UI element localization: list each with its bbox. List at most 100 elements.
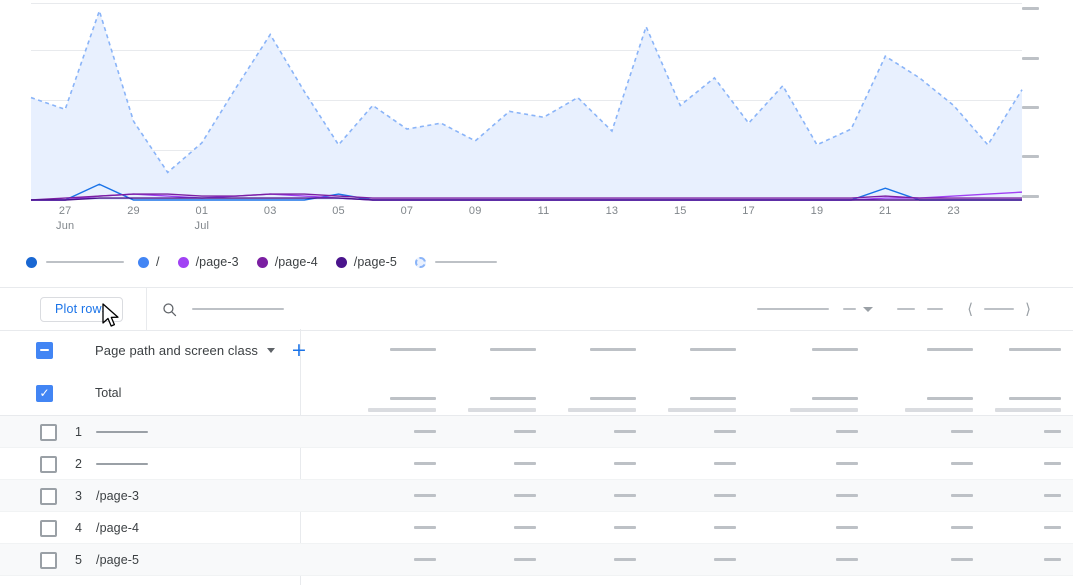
- row-checkbox[interactable]: [40, 519, 57, 537]
- total-metric-cell: [648, 371, 748, 415]
- row-checkbox[interactable]: [40, 551, 57, 569]
- metric-header-cell[interactable]: [870, 329, 985, 371]
- row-value-redacted: [714, 558, 736, 561]
- chart-area-fill: [31, 10, 1022, 200]
- row-checkbox[interactable]: [40, 423, 57, 441]
- total-value-redacted: [1009, 397, 1061, 400]
- row-label[interactable]: /page-3: [96, 489, 139, 503]
- x-tick-label: 05: [332, 205, 345, 217]
- row-checkbox-wrapper[interactable]: [40, 519, 57, 537]
- select-all-checkbox[interactable]: [36, 341, 53, 359]
- legend-label: /: [156, 255, 160, 269]
- row-value-redacted: [714, 430, 736, 433]
- x-tick-label: 09: [468, 205, 482, 217]
- chevron-left-icon[interactable]: ⟨: [967, 301, 973, 317]
- x-tick-label: 11: [537, 205, 550, 217]
- table-row[interactable]: 3/page-3: [0, 480, 1073, 512]
- table-row[interactable]: 5/page-5: [0, 544, 1073, 576]
- chevron-down-icon[interactable]: [267, 347, 276, 353]
- row-value-redacted: [414, 558, 436, 561]
- x-tick-label: 01 Jul: [194, 205, 210, 232]
- row-label[interactable]: /page-4: [96, 521, 139, 535]
- metric-header-cell[interactable]: [648, 329, 748, 371]
- legend-item[interactable]: /page-4: [256, 255, 318, 269]
- search-input-redacted[interactable]: [192, 308, 285, 310]
- table-row[interactable]: 1: [0, 416, 1073, 448]
- table-row[interactable]: 2: [0, 448, 1073, 480]
- x-tick-label: 13: [605, 205, 619, 217]
- row-value-redacted: [951, 558, 973, 561]
- table-row[interactable]: 4/page-4: [0, 512, 1073, 544]
- metric-header-cell[interactable]: [548, 329, 648, 371]
- x-tick-month: Jun: [56, 220, 75, 232]
- timeseries-chart: 27 Jun 29 01 Jul 03 05 07 09 11 13 15 17 19 21 23: [0, 0, 1073, 247]
- chevron-right-icon[interactable]: ⟩: [1025, 301, 1031, 317]
- total-checkbox[interactable]: ✓: [36, 384, 53, 402]
- row-metric-cell: [648, 416, 748, 448]
- row-value-redacted: [714, 526, 736, 529]
- row-value-redacted: [1044, 430, 1061, 433]
- metric-header-cell[interactable]: [300, 329, 448, 371]
- row-checkbox-wrapper[interactable]: [40, 487, 57, 505]
- row-metric-cell: [548, 480, 648, 512]
- total-value-redacted: [390, 397, 436, 400]
- metric-header-redacted: [690, 348, 736, 351]
- row-checkbox-wrapper[interactable]: [40, 423, 57, 441]
- table-toolbar: Plot rows ⟨ ⟩: [0, 287, 1073, 331]
- row-checkbox[interactable]: [40, 487, 57, 505]
- dimension-header: Page path and screen class +: [36, 329, 307, 371]
- row-value-redacted: [836, 526, 858, 529]
- check-icon: ✓: [39, 386, 50, 400]
- row-metric-cell: [985, 512, 1073, 544]
- row-value-redacted: [1044, 526, 1061, 529]
- row-value-redacted: [836, 462, 858, 465]
- row-value-redacted: [951, 462, 973, 465]
- legend-item[interactable]: /page-5: [335, 255, 397, 269]
- row-metric-cell: [748, 512, 870, 544]
- row-index: 1: [75, 425, 82, 439]
- metric-header-cell[interactable]: [448, 329, 548, 371]
- legend-item[interactable]: [26, 256, 124, 268]
- row-metric-cell: [985, 416, 1073, 448]
- plot-rows-button[interactable]: Plot rows: [40, 296, 124, 322]
- row-metric-cell: [985, 448, 1073, 480]
- legend-item[interactable]: /page-3: [177, 255, 239, 269]
- total-value-redacted: [812, 397, 858, 400]
- row-checkbox[interactable]: [40, 455, 57, 473]
- x-tick-month: Jul: [194, 220, 210, 232]
- total-bar-redacted: [995, 408, 1061, 412]
- row-checkbox-wrapper[interactable]: [40, 551, 57, 569]
- chart-plot-area: [30, 3, 1023, 201]
- row-checkbox-wrapper[interactable]: [40, 455, 57, 473]
- metric-header-cell[interactable]: [985, 329, 1073, 371]
- metric-header-cell[interactable]: [748, 329, 870, 371]
- legend-item[interactable]: [414, 256, 497, 268]
- row-metric-cell: [548, 544, 648, 576]
- row-value-redacted: [514, 430, 536, 433]
- rows-per-page-label-redacted: [757, 308, 830, 310]
- row-value-redacted: [714, 494, 736, 497]
- total-row-left: ✓ Total: [36, 371, 121, 415]
- x-tick-label: 21: [878, 205, 892, 217]
- total-value-redacted: [927, 397, 973, 400]
- row-label[interactable]: /page-5: [96, 553, 139, 567]
- metric-header-redacted: [1009, 348, 1061, 351]
- search-field[interactable]: [161, 301, 285, 318]
- row-metric-cell: [448, 512, 548, 544]
- legend-dot-icon: [26, 256, 37, 268]
- rows-per-page-value-redacted[interactable]: [843, 308, 857, 310]
- row-metric-cell: [648, 480, 748, 512]
- row-value-redacted: [414, 526, 436, 529]
- legend-label: /page-5: [353, 255, 397, 269]
- x-tick-label: 19: [810, 205, 824, 217]
- total-label: Total: [95, 386, 122, 400]
- row-value-redacted: [414, 494, 436, 497]
- legend-label: /page-3: [195, 255, 239, 269]
- total-metric-cell: [985, 371, 1073, 415]
- row-value-redacted: [836, 494, 858, 497]
- row-value-redacted: [951, 494, 973, 497]
- legend-item[interactable]: /: [138, 255, 160, 269]
- row-value-redacted: [714, 462, 736, 465]
- chevron-down-icon[interactable]: [863, 306, 874, 312]
- legend-dot-icon: [177, 256, 189, 268]
